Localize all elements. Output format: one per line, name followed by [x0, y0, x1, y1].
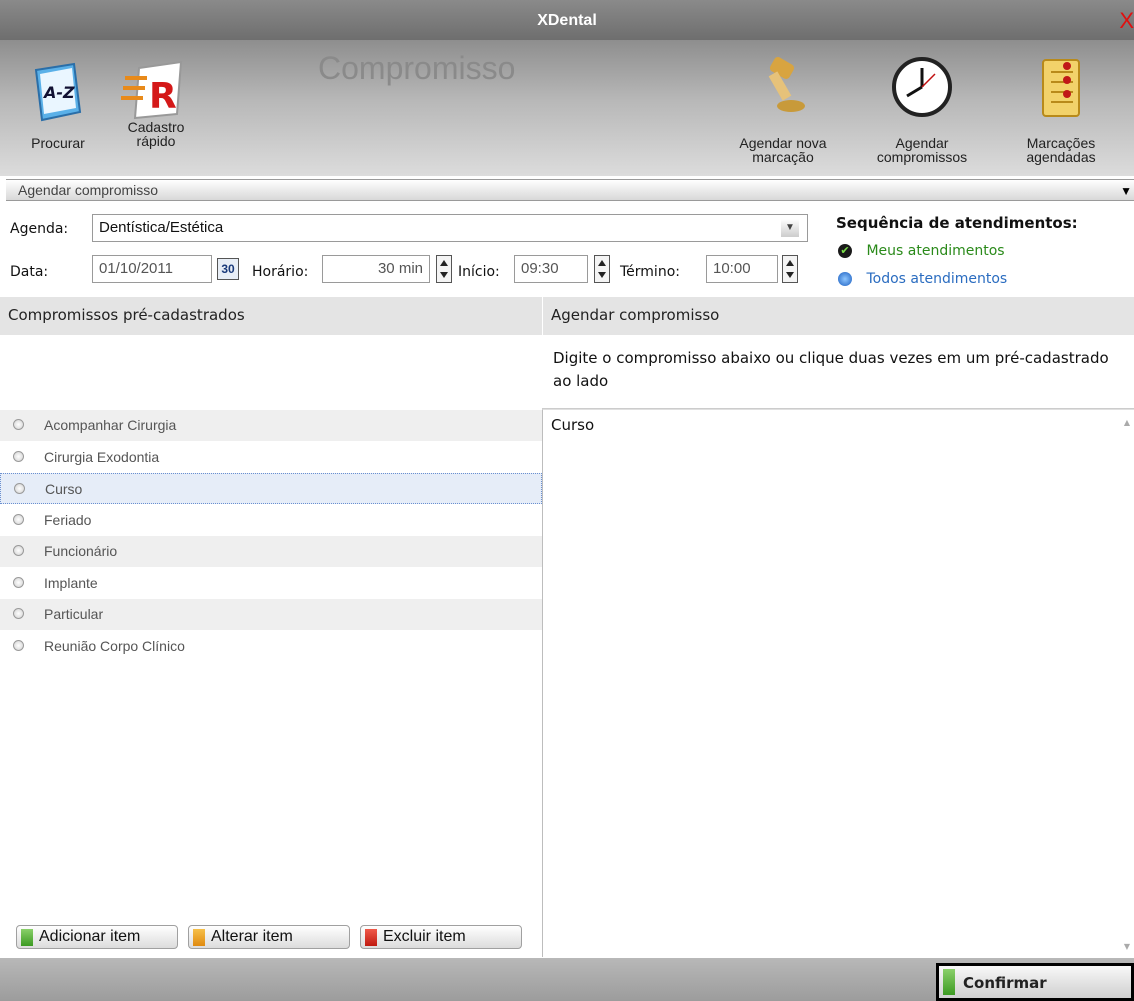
date-value: 01/10/2011: [99, 260, 173, 277]
radio-icon: [838, 272, 852, 286]
horario-value: 30 min: [377, 260, 423, 277]
scroll-up-icon[interactable]: ▲: [1124, 418, 1130, 427]
inicio-input[interactable]: 09:30: [514, 255, 588, 283]
radio-icon: [13, 608, 24, 619]
agendar-nova-line2: marcação: [752, 149, 814, 165]
sequencia-title: Sequência de atendimentos:: [836, 214, 1078, 232]
horario-label: Horário:: [252, 264, 309, 280]
clock-icon: [892, 57, 952, 117]
procurar-button[interactable]: A-Z Procurar: [18, 58, 98, 150]
horario-stepper[interactable]: [436, 255, 452, 283]
marcacoes-line2: agendadas: [1026, 149, 1096, 165]
red-r-icon: R: [121, 60, 183, 120]
termino-label: Término:: [620, 264, 680, 280]
list-item-label: Cirurgia Exodontia: [44, 448, 160, 465]
agendar-compromissos-button[interactable]: Agendar compromissos: [862, 54, 982, 164]
cadastro-line2: rápido: [136, 133, 176, 149]
stamp-icon: [768, 57, 805, 112]
meus-atendimentos-option[interactable]: ✔ Meus atendimentos: [838, 243, 1005, 259]
termino-stepper[interactable]: [782, 255, 798, 283]
todos-atendimentos-option[interactable]: Todos atendimentos: [838, 271, 1007, 287]
termino-value: 10:00: [713, 260, 751, 277]
chevron-down-icon[interactable]: ▼: [1120, 184, 1132, 198]
notebook-icon: [1042, 59, 1080, 117]
agendar-comp-line2: compromissos: [876, 149, 968, 165]
calendar-icon[interactable]: 30: [217, 258, 239, 280]
title-bar: XDental X: [0, 0, 1134, 40]
meus-label: Meus atendimentos: [866, 243, 1005, 259]
procurar-label: Procurar: [31, 135, 85, 151]
green-swatch-icon: [21, 929, 33, 946]
list-item-label: Funcionário: [44, 543, 118, 559]
agenda-select[interactable]: Dentística/Estética ▼: [92, 214, 808, 242]
confirmar-button[interactable]: Confirmar: [936, 963, 1134, 1001]
list-item[interactable]: Reunião Corpo Clínico: [0, 631, 542, 662]
left-panel-header: Compromissos pré-cadastrados: [0, 297, 542, 335]
orange-swatch-icon: [193, 929, 205, 946]
marcacoes-line1: Marcações: [1026, 135, 1096, 151]
termino-input[interactable]: 10:00: [706, 255, 778, 283]
agendar-nova-line1: Agendar nova: [739, 135, 827, 151]
list-item-label: Particular: [44, 606, 104, 622]
scroll-down-icon[interactable]: ▼: [1124, 942, 1130, 951]
radio-icon: [13, 576, 24, 588]
list-item-label: Reunião Corpo Clínico: [44, 637, 185, 654]
radio-icon: [13, 639, 24, 651]
compromisso-text: Curso: [551, 416, 595, 434]
radio-icon: [14, 483, 25, 494]
check-icon: ✔: [838, 244, 852, 258]
section-title: Agendar compromisso: [18, 182, 159, 198]
list-item[interactable]: Feriado: [0, 505, 542, 536]
radio-icon: [13, 450, 24, 462]
data-label: Data:: [10, 264, 49, 280]
adicionar-item-button[interactable]: Adicionar item: [16, 925, 178, 949]
list-item[interactable]: Particular: [0, 599, 542, 630]
date-input[interactable]: 01/10/2011: [92, 255, 212, 283]
list-item-label: Acompanhar Cirurgia: [44, 417, 177, 433]
todos-label: Todos atendimentos: [866, 271, 1008, 287]
close-icon[interactable]: X: [1119, 8, 1134, 34]
inicio-value: 09:30: [521, 260, 559, 277]
list-item-label: Curso: [45, 481, 83, 497]
green-swatch-icon: [943, 969, 955, 995]
right-panel-header: Agendar compromisso: [542, 297, 1134, 335]
list-item[interactable]: Implante: [0, 568, 542, 599]
svg-text:R: R: [149, 76, 177, 117]
agenda-value: Dentística/Estética: [99, 219, 224, 236]
red-swatch-icon: [365, 929, 377, 946]
list-item[interactable]: Cirurgia Exodontia: [0, 442, 542, 473]
agendar-nova-marcacao-button[interactable]: Agendar nova marcação: [728, 54, 838, 164]
svg-text:A-Z: A-Z: [42, 83, 75, 102]
inicio-stepper[interactable]: [594, 255, 610, 283]
chevron-down-icon[interactable]: ▼: [781, 219, 799, 237]
agenda-label: Agenda:: [10, 221, 69, 237]
page-title: Compromisso: [318, 50, 516, 86]
marcacoes-agendadas-button[interactable]: Marcações agendadas: [1006, 54, 1116, 164]
window-title: XDental: [537, 12, 597, 29]
agendar-comp-line1: Agendar: [895, 135, 949, 151]
excluir-item-button[interactable]: Excluir item: [360, 925, 522, 949]
list-item[interactable]: Acompanhar Cirurgia: [0, 410, 542, 441]
list-item-label: Implante: [44, 574, 98, 591]
toolbar: Compromisso A-Z Procurar R Cadastro rápi…: [0, 40, 1134, 176]
section-strip[interactable]: Agendar compromisso ▼: [6, 179, 1134, 201]
list-item[interactable]: Curso: [0, 473, 542, 504]
horario-input[interactable]: 30 min: [322, 255, 430, 283]
radio-icon: [13, 513, 24, 525]
instruction-text: Digite o compromisso abaixo ou clique du…: [542, 335, 1134, 409]
compromisso-textarea[interactable]: Curso ▲ ▼: [542, 409, 1134, 957]
cadastro-line1: Cadastro: [127, 119, 185, 135]
cadastro-rapido-button[interactable]: R Cadastro rápido: [110, 58, 202, 148]
radio-icon: [13, 419, 24, 430]
az-book-icon: A-Z: [34, 62, 82, 122]
alterar-item-button[interactable]: Alterar item: [188, 925, 350, 949]
list-item[interactable]: Funcionário: [0, 536, 542, 567]
inicio-label: Início:: [458, 264, 500, 280]
radio-icon: [13, 545, 24, 556]
list-item-label: Feriado: [44, 511, 92, 528]
